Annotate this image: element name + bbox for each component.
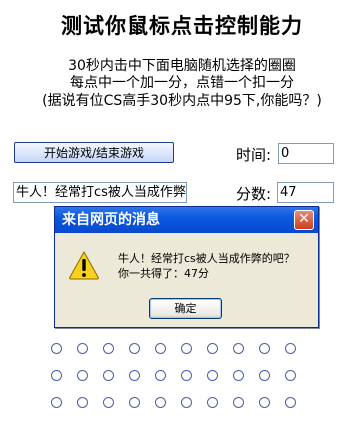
target-circle[interactable] bbox=[51, 343, 62, 354]
target-circle[interactable] bbox=[285, 370, 296, 381]
target-circle[interactable] bbox=[259, 343, 270, 354]
score-label: 分数: bbox=[236, 185, 272, 203]
time-label: 时间: bbox=[236, 146, 272, 164]
target-circle[interactable] bbox=[77, 343, 88, 354]
target-circle[interactable] bbox=[207, 370, 218, 381]
target-circle[interactable] bbox=[51, 370, 62, 381]
instructions-line-1: 30秒内击中下面电脑随机选择的圈圈 bbox=[68, 58, 296, 74]
close-icon[interactable]: ✕ bbox=[294, 210, 314, 230]
target-circle[interactable] bbox=[285, 343, 296, 354]
target-circle[interactable] bbox=[207, 343, 218, 354]
target-circle[interactable] bbox=[103, 397, 114, 408]
target-circle[interactable] bbox=[233, 370, 244, 381]
target-circle[interactable] bbox=[129, 397, 140, 408]
alert-dialog: 来自网页的消息 ✕ 牛人！经常打cs被人当成作弊的吧？ 你一共得了：47分 确定 bbox=[54, 206, 319, 328]
dialog-message-line-2: 你一共得了：47分 bbox=[118, 267, 209, 280]
target-circle[interactable] bbox=[181, 370, 192, 381]
score-field[interactable]: 47 bbox=[277, 182, 334, 203]
target-circle[interactable] bbox=[285, 397, 296, 408]
target-circle[interactable] bbox=[207, 397, 218, 408]
target-circle[interactable] bbox=[259, 370, 270, 381]
dialog-message-line-1: 牛人！经常打cs被人当成作弊的吧？ bbox=[118, 252, 295, 265]
target-circle[interactable] bbox=[155, 343, 166, 354]
instructions-line-3: (据说有位CS高手30秒内点中95下,你能吗？) bbox=[42, 93, 322, 109]
target-circle[interactable] bbox=[259, 397, 270, 408]
target-circle[interactable] bbox=[51, 397, 62, 408]
start-stop-button[interactable]: 开始游戏/结束游戏 bbox=[14, 142, 174, 163]
target-circle[interactable] bbox=[155, 370, 166, 381]
target-circle[interactable] bbox=[77, 370, 88, 381]
target-circle[interactable] bbox=[233, 343, 244, 354]
target-circle[interactable] bbox=[233, 397, 244, 408]
target-circle[interactable] bbox=[103, 343, 114, 354]
target-circle[interactable] bbox=[129, 370, 140, 381]
ok-button[interactable]: 确定 bbox=[149, 298, 222, 319]
dialog-title: 来自网页的消息 bbox=[62, 212, 160, 228]
target-circle[interactable] bbox=[129, 343, 140, 354]
page-title: 测试你鼠标点击控制能力 bbox=[61, 13, 303, 38]
target-circle[interactable] bbox=[77, 397, 88, 408]
target-circle[interactable] bbox=[181, 397, 192, 408]
result-message-field[interactable]: 牛人！经常打cs被人当成作弊 bbox=[13, 182, 187, 203]
time-field[interactable]: 0 bbox=[278, 143, 334, 164]
target-circle[interactable] bbox=[103, 370, 114, 381]
target-circle[interactable] bbox=[181, 343, 192, 354]
target-circle[interactable] bbox=[155, 397, 166, 408]
dialog-titlebar[interactable]: 来自网页的消息 bbox=[55, 207, 318, 233]
warning-icon bbox=[69, 250, 99, 280]
instructions-line-2: 每点中一个加一分，点错一个扣一分 bbox=[70, 75, 294, 91]
